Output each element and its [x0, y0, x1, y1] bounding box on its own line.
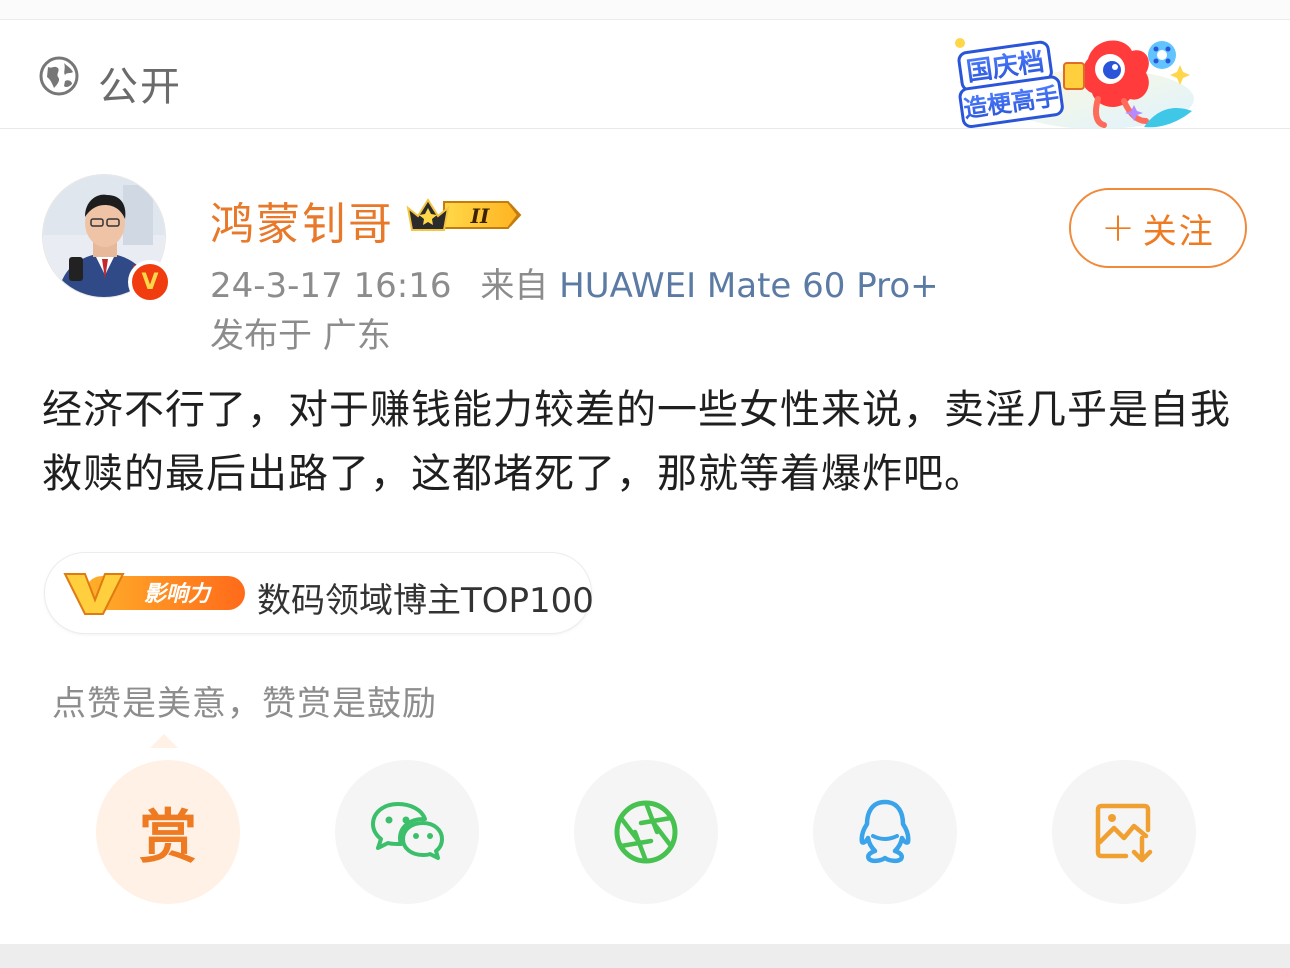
influence-badge[interactable]: V 影响力 数码领域博主TOP100: [44, 552, 594, 634]
post-location: 发布于 广东: [210, 316, 391, 356]
influence-tag: V 影响力: [63, 573, 245, 615]
reward-icon: 赏: [138, 803, 197, 871]
national-day-event-badge[interactable]: 国庆档 造梗高手: [948, 29, 1198, 133]
qq-icon: [859, 799, 911, 864]
reward-hint: 点赞是美意，赞赏是鼓励: [52, 684, 437, 724]
wechat-share-button[interactable]: [335, 760, 479, 904]
device-link[interactable]: HUAWEI Mate 60 Pro+: [559, 266, 939, 306]
share-row: 赏: [0, 760, 1290, 910]
visibility-label: 公开: [98, 64, 182, 110]
bottom-divider: [0, 944, 1290, 968]
post-content: 经济不行了，对于赚钱能力较差的一些女性来说，卖淫几乎是自我救赎的最后出路了，这都…: [42, 387, 1231, 497]
influence-text: 数码领域博主TOP100: [257, 581, 594, 621]
plus-icon: +: [1101, 205, 1137, 251]
post-meta: 24-3-17 16:16 来自 HUAWEI Mate 60 Pro+: [210, 258, 939, 307]
globe-icon: [39, 56, 79, 96]
weibo-post-share-page: 公开 国庆档 造梗高手 V 鸿蒙钊哥 II 24-3-17 16:16 来自 H…: [0, 0, 1290, 968]
member-level-badge[interactable]: II: [404, 194, 524, 236]
wechat-icon: [371, 802, 444, 860]
member-level-text: II: [470, 204, 490, 228]
moments-share-button[interactable]: [574, 760, 718, 904]
follow-button[interactable]: + 关注: [1069, 188, 1247, 268]
verified-badge: V: [128, 260, 172, 304]
save-image-icon: [1095, 803, 1153, 863]
follow-label: 关注: [1142, 211, 1215, 252]
reward-pointer: [150, 734, 178, 748]
post-time: 24-3-17 16:16: [210, 266, 452, 306]
moments-icon: [614, 800, 678, 864]
qq-share-button[interactable]: [813, 760, 957, 904]
from-label: 来自: [480, 266, 549, 306]
save-image-button[interactable]: [1052, 760, 1196, 904]
top-divider: [0, 0, 1290, 20]
influence-tag-label: 影响力: [144, 582, 212, 607]
author-name[interactable]: 鸿蒙钊哥: [210, 188, 394, 252]
visibility-bar[interactable]: 公开 国庆档 造梗高手: [0, 21, 1290, 129]
author-header: V 鸿蒙钊哥 II 24-3-17 16:16 来自 HUAWEI Mate 6…: [0, 130, 1290, 360]
reward-button[interactable]: 赏: [96, 760, 240, 904]
